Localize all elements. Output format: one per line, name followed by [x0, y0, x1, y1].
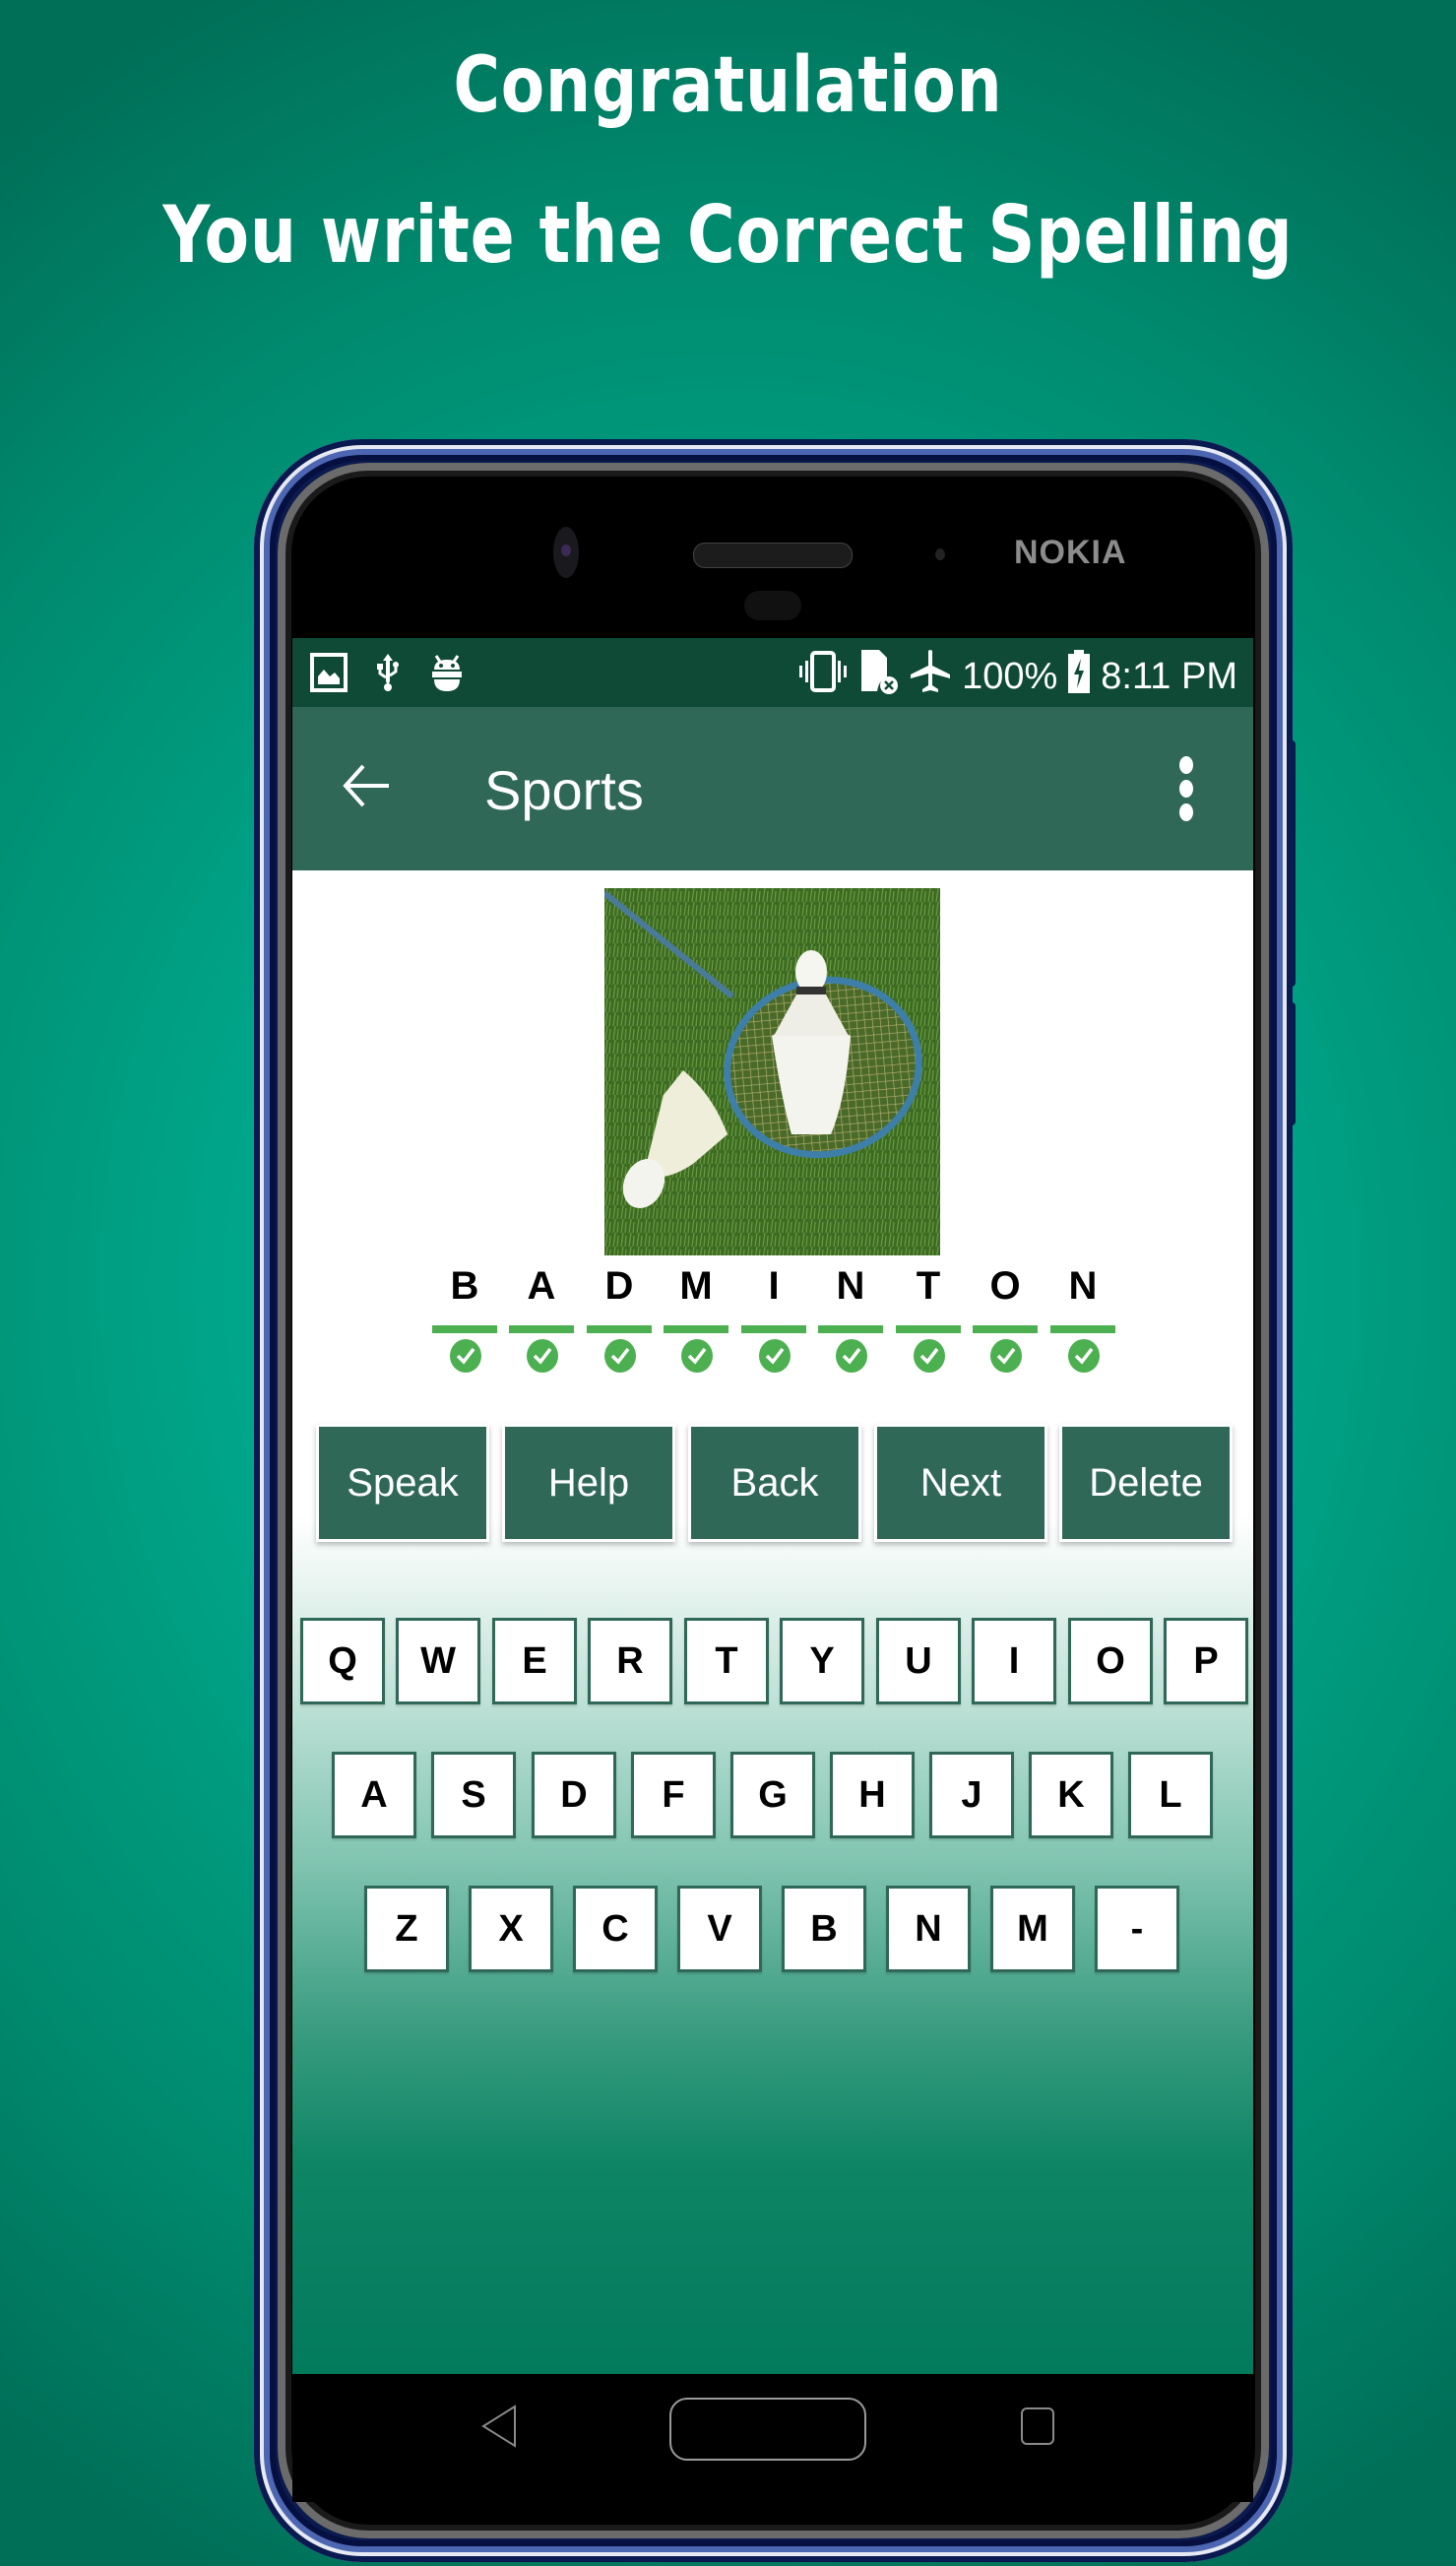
- key-w[interactable]: W: [396, 1618, 480, 1704]
- check-icon: [1068, 1339, 1100, 1373]
- android-debug-icon: [428, 652, 466, 698]
- check-icon: [604, 1339, 636, 1373]
- slot-underline: [818, 1325, 883, 1333]
- key-h[interactable]: H: [830, 1752, 915, 1838]
- slot-letter: A: [527, 1264, 556, 1308]
- key-c[interactable]: C: [573, 1886, 658, 1972]
- key-e[interactable]: E: [492, 1618, 577, 1704]
- volume-button: [1288, 740, 1296, 987]
- app-bar: Sports: [292, 707, 1253, 870]
- more-vertical-icon[interactable]: [1176, 756, 1196, 821]
- check-icon: [450, 1339, 481, 1373]
- slot-underline: [1050, 1325, 1115, 1333]
- key-j[interactable]: J: [929, 1752, 1014, 1838]
- key-x[interactable]: X: [469, 1886, 553, 1972]
- key-q[interactable]: Q: [300, 1618, 385, 1704]
- check-icon: [914, 1339, 945, 1373]
- key-hyphen[interactable]: -: [1095, 1886, 1179, 1972]
- slot-letter: N: [1068, 1264, 1098, 1308]
- slot-underline: [973, 1325, 1038, 1333]
- key-r[interactable]: R: [588, 1618, 672, 1704]
- navigation-bar: [292, 2374, 1253, 2502]
- key-d[interactable]: D: [532, 1752, 616, 1838]
- device-brand-logo: NOKIA: [1014, 534, 1127, 571]
- slot-letter: B: [450, 1264, 479, 1308]
- check-icon: [759, 1339, 791, 1373]
- proximity-sensor: [935, 548, 945, 560]
- slot-letter: O: [989, 1264, 1021, 1308]
- key-p[interactable]: P: [1164, 1618, 1248, 1704]
- back-button[interactable]: Back: [688, 1424, 861, 1542]
- earpiece-speaker: [693, 543, 853, 568]
- slot-underline: [432, 1325, 497, 1333]
- slot-underline: [741, 1325, 806, 1333]
- arrow-back-icon[interactable]: [340, 758, 395, 813]
- game-content: B A D M I N T O N Speak Help Back Next D…: [292, 870, 1253, 2374]
- check-icon: [990, 1339, 1022, 1373]
- image-icon: [310, 653, 348, 697]
- key-n[interactable]: N: [886, 1886, 971, 1972]
- key-k[interactable]: K: [1029, 1752, 1113, 1838]
- slot-underline: [587, 1325, 652, 1333]
- check-icon: [681, 1339, 713, 1373]
- key-t[interactable]: T: [684, 1618, 769, 1704]
- key-b[interactable]: B: [782, 1886, 866, 1972]
- slot-underline: [509, 1325, 574, 1333]
- key-g[interactable]: G: [730, 1752, 815, 1838]
- clock: 8:11 PM: [1101, 655, 1237, 697]
- light-sensor: [744, 591, 801, 620]
- slot-letter: T: [916, 1264, 941, 1308]
- slot-underline: [664, 1325, 728, 1333]
- battery-charging-icon: [1067, 649, 1091, 704]
- key-a[interactable]: A: [332, 1752, 416, 1838]
- check-icon: [527, 1339, 558, 1373]
- status-bar: 100% 8:11 PM: [292, 638, 1253, 707]
- vibrate-icon: [796, 649, 850, 704]
- key-z[interactable]: Z: [364, 1886, 449, 1972]
- nav-recents-icon[interactable]: [1021, 2407, 1054, 2445]
- key-i[interactable]: I: [972, 1618, 1056, 1704]
- usb-icon: [375, 652, 401, 698]
- key-y[interactable]: Y: [780, 1618, 864, 1704]
- speak-button[interactable]: Speak: [316, 1424, 489, 1542]
- sim-missing-icon: [859, 648, 899, 705]
- key-m[interactable]: M: [990, 1886, 1075, 1972]
- slot-letter: N: [836, 1264, 865, 1308]
- puzzle-image: [604, 888, 940, 1255]
- phone-screen: 100% 8:11 PM Sports B A D M I N T O N Sp…: [292, 638, 1253, 2374]
- key-l[interactable]: L: [1128, 1752, 1213, 1838]
- next-button[interactable]: Next: [874, 1424, 1047, 1542]
- delete-button[interactable]: Delete: [1059, 1424, 1233, 1542]
- nav-home-button[interactable]: [669, 2398, 866, 2461]
- airplane-mode-icon: [909, 649, 952, 704]
- power-button: [1288, 1002, 1296, 1125]
- nav-back-icon[interactable]: [479, 2404, 519, 2454]
- key-v[interactable]: V: [677, 1886, 762, 1972]
- slot-underline: [896, 1325, 961, 1333]
- front-camera: [553, 527, 579, 578]
- battery-percent: 100%: [962, 655, 1058, 697]
- key-f[interactable]: F: [631, 1752, 716, 1838]
- key-o[interactable]: O: [1068, 1618, 1153, 1704]
- key-s[interactable]: S: [431, 1752, 516, 1838]
- check-icon: [836, 1339, 867, 1373]
- slot-letter: I: [768, 1264, 780, 1308]
- help-button[interactable]: Help: [502, 1424, 675, 1542]
- promo-subheadline: You write the Correct Spelling: [162, 189, 1294, 281]
- page-title: Sports: [484, 759, 644, 821]
- slot-letter: M: [679, 1264, 713, 1308]
- promo-headline: Congratulation: [453, 41, 1003, 130]
- key-u[interactable]: U: [876, 1618, 961, 1704]
- slot-letter: D: [604, 1264, 634, 1308]
